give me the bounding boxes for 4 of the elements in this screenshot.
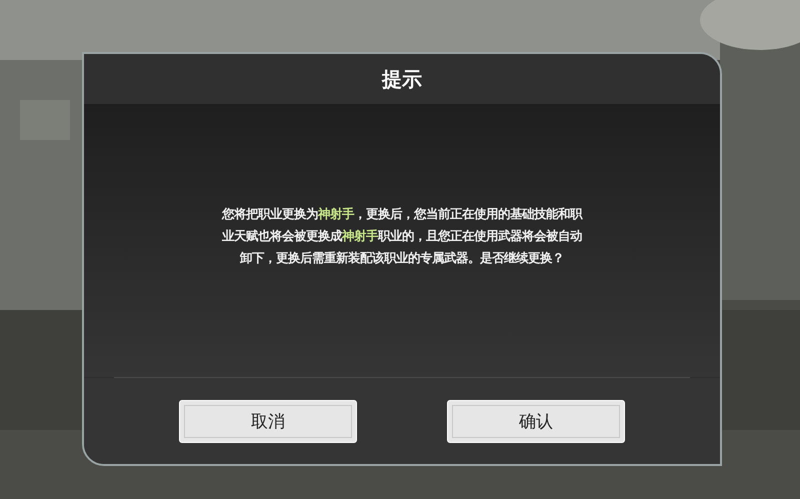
dialog-title: 提示 <box>382 66 422 92</box>
confirm-button[interactable]: 确认 <box>447 400 625 442</box>
dialog-message: 您将把职业更换为神射手，更换后，您当前正在使用的基础技能和职业天赋也将会被更换成神射手职业的，且您正在使用武器将会被自动卸下，更换后需重新装配该职业的专属武器。是否继续更换？ <box>221 206 583 266</box>
cancel-button[interactable]: 取消 <box>179 400 357 442</box>
